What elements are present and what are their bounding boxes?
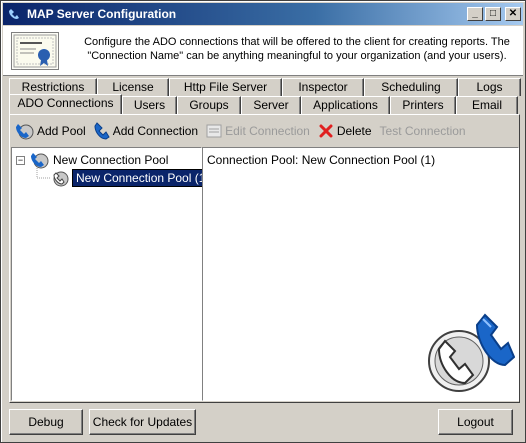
window-title: MAP Server Configuration: [27, 7, 177, 21]
debug-button[interactable]: Debug: [9, 409, 83, 435]
check-for-updates-button[interactable]: Check for Updates: [89, 409, 196, 435]
tree-pool-label: New Connection Pool: [53, 153, 169, 167]
pool-icon: [31, 153, 49, 169]
test-connection-label: Test Connection: [379, 124, 466, 138]
add-connection-label: Add Connection: [112, 124, 199, 138]
ado-connections-panel: Add Pool Add Connection Edit Connection: [9, 114, 520, 403]
maximize-icon: □: [489, 8, 497, 19]
tab-email[interactable]: Email: [456, 96, 518, 114]
tab-ado-connections[interactable]: ADO Connections: [9, 94, 122, 114]
collapse-icon[interactable]: −: [16, 155, 25, 165]
tab-inspector[interactable]: Inspector: [282, 78, 364, 96]
header-description: Configure the ADO connections that will …: [84, 36, 510, 62]
tab-logs[interactable]: Logs: [458, 78, 521, 96]
tab-http-file-server[interactable]: Http File Server: [169, 78, 282, 96]
delete-label: Delete: [336, 124, 372, 138]
tree-connection-label[interactable]: New Connection Pool (1): [70, 168, 215, 188]
app-icon: [7, 7, 21, 21]
logout-button[interactable]: Logout: [438, 409, 513, 435]
tab-users[interactable]: Users: [122, 96, 177, 114]
add-pool-label: Add Pool: [37, 124, 86, 138]
tree-node-connection[interactable]: New Connection Pool (1): [50, 168, 215, 188]
edit-icon: [206, 124, 222, 138]
title-bar[interactable]: MAP Server Configuration _ □ ✕: [3, 3, 523, 25]
connection-icon: [53, 171, 69, 187]
tab-printers[interactable]: Printers: [390, 96, 456, 114]
tab-scheduling[interactable]: Scheduling: [364, 78, 458, 96]
add-connection-button[interactable]: Add Connection: [94, 122, 198, 140]
tab-groups[interactable]: Groups: [177, 96, 241, 114]
detail-text: Connection Pool: New Connection Pool (1): [207, 153, 436, 167]
toolbar: Add Pool Add Connection Edit Connection: [14, 119, 474, 143]
minimize-button[interactable]: _: [467, 7, 483, 21]
add-pool-button[interactable]: Add Pool: [14, 122, 86, 140]
telephone-icon: [428, 313, 515, 392]
telephone-icon: [94, 122, 110, 140]
delete-icon: [319, 124, 333, 138]
delete-button[interactable]: Delete: [318, 123, 372, 139]
close-button[interactable]: ✕: [505, 7, 521, 21]
connection-tree[interactable]: − New Connection Pool New Connection Poo…: [11, 147, 215, 401]
tree-node-pool[interactable]: − New Connection Pool: [16, 151, 168, 169]
maximize-button[interactable]: □: [485, 7, 501, 21]
app-window: MAP Server Configuration _ □ ✕ Configure…: [0, 0, 526, 443]
edit-connection-label: Edit Connection: [225, 124, 310, 138]
certificate-icon: [11, 32, 59, 70]
tab-applications[interactable]: Applications: [301, 96, 390, 114]
test-connection-button[interactable]: Test Connection: [380, 124, 466, 138]
close-icon: ✕: [508, 8, 518, 19]
minimize-icon: _: [472, 8, 478, 19]
tab-server[interactable]: Server: [241, 96, 301, 114]
tab-row-front: ADO Connections Users Groups Server Appl…: [9, 94, 518, 114]
edit-connection-button[interactable]: Edit Connection: [206, 123, 310, 139]
page-header: Configure the ADO connections that will …: [3, 26, 523, 76]
pool-icon: [16, 124, 34, 140]
detail-pane: Connection Pool: New Connection Pool (1): [202, 147, 519, 401]
